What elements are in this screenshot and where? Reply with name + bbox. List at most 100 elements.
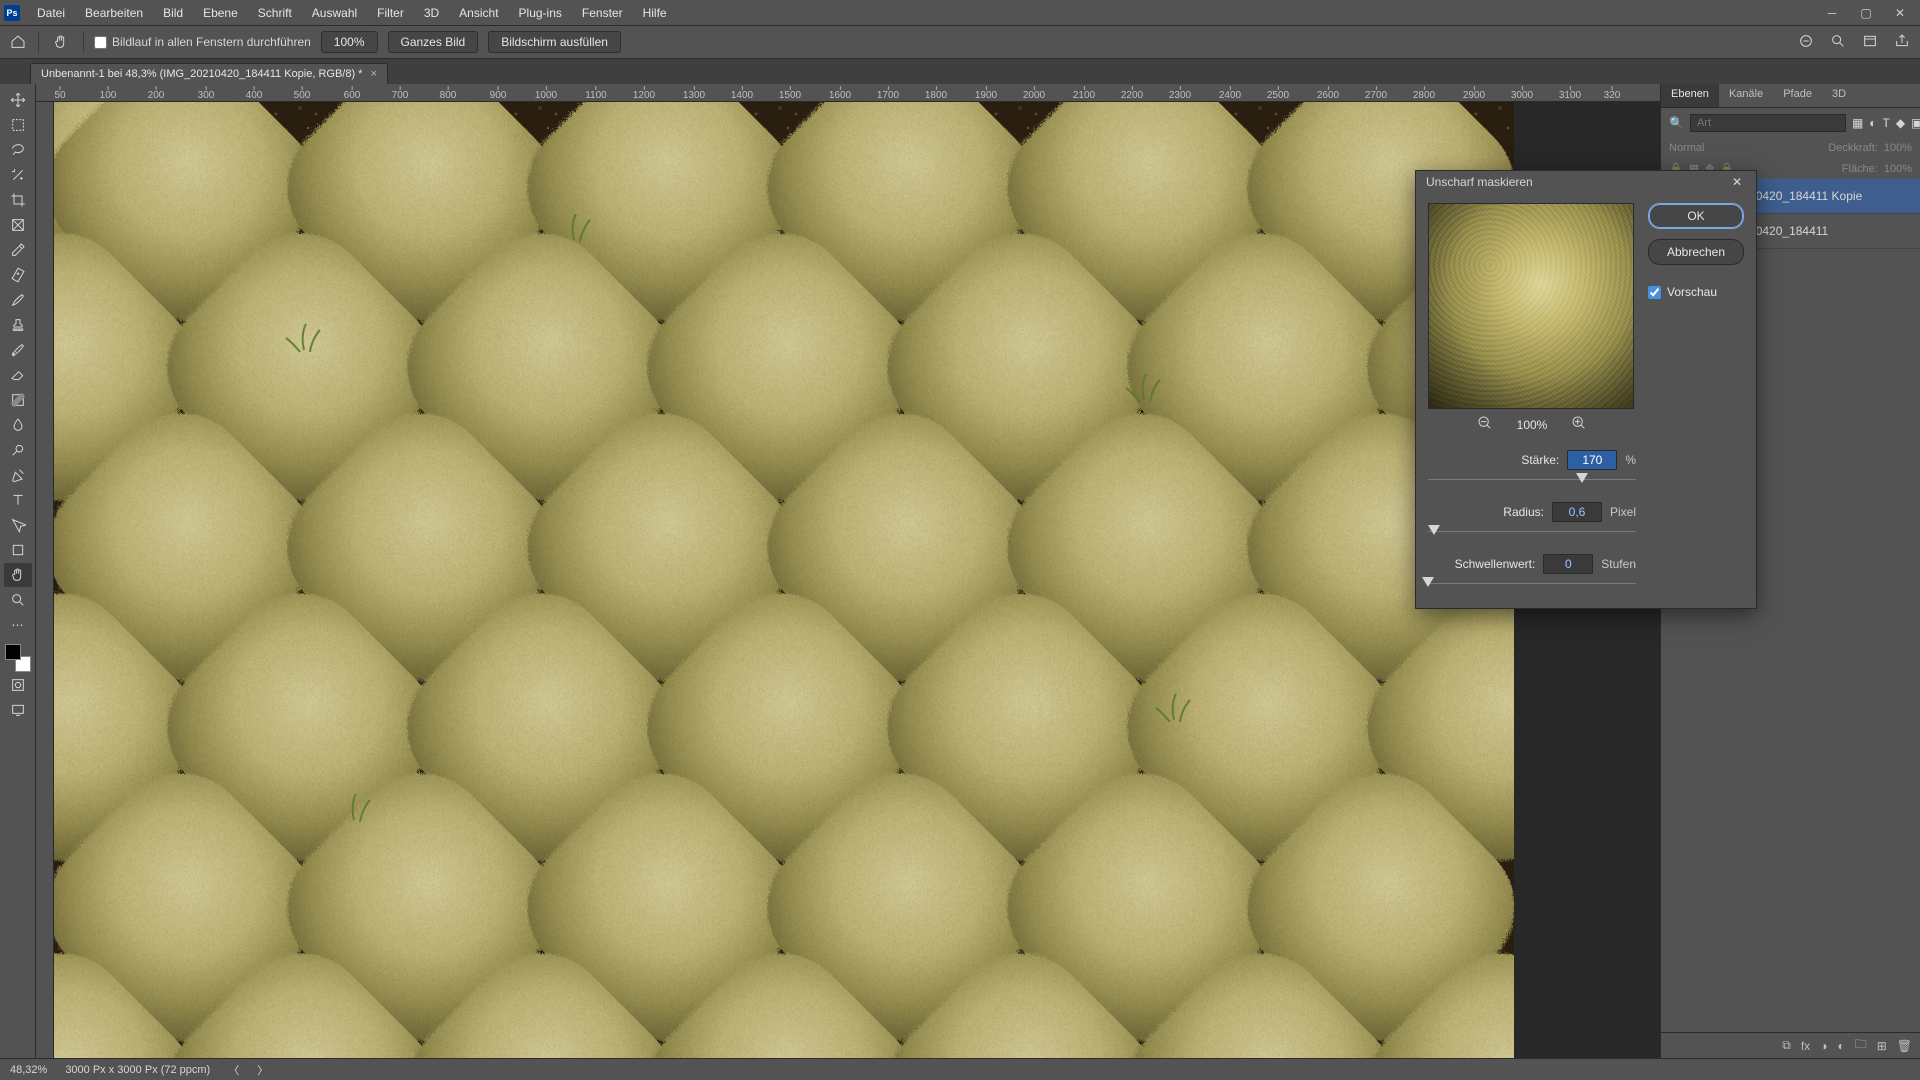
layers-search-input[interactable]: [1690, 114, 1846, 132]
mask-icon[interactable]: ◑: [1820, 1039, 1827, 1053]
filter-adjust-icon[interactable]: ◐: [1869, 116, 1876, 130]
status-caret-left-icon[interactable]: 〈: [228, 1062, 239, 1078]
ruler-tick: 800: [440, 86, 457, 101]
heal-tool-icon[interactable]: [4, 263, 32, 287]
ruler-tick: 2400: [1219, 86, 1241, 101]
menu-plugins[interactable]: Plug-ins: [510, 3, 571, 23]
frame-tool-icon[interactable]: [4, 213, 32, 237]
group-icon[interactable]: 🗀: [1855, 1035, 1867, 1056]
preview-checkbox[interactable]: Vorschau: [1648, 285, 1744, 299]
shape-tool-icon[interactable]: [4, 538, 32, 562]
blend-mode-dropdown[interactable]: Normal: [1669, 142, 1704, 154]
status-caret-right-icon[interactable]: 〉: [257, 1062, 268, 1078]
threshold-slider[interactable]: [1428, 578, 1636, 590]
cloud-docs-icon[interactable]: [1798, 33, 1816, 51]
menu-view[interactable]: Ansicht: [450, 3, 507, 23]
pen-tool-icon[interactable]: [4, 463, 32, 487]
filter-smart-icon[interactable]: ▣: [1911, 116, 1920, 130]
tab-3d[interactable]: 3D: [1822, 84, 1856, 107]
path-tool-icon[interactable]: [4, 513, 32, 537]
menu-edit[interactable]: Bearbeiten: [76, 3, 152, 23]
gradient-tool-icon[interactable]: [4, 388, 32, 412]
new-layer-icon[interactable]: ⊞: [1877, 1039, 1887, 1053]
threshold-input[interactable]: [1543, 554, 1593, 574]
workspace-icon[interactable]: [1862, 33, 1880, 51]
amount-slider[interactable]: [1428, 474, 1636, 486]
ruler-tick: 50: [54, 86, 65, 101]
menu-filter[interactable]: Filter: [368, 3, 413, 23]
marquee-tool-icon[interactable]: [4, 113, 32, 137]
screenmode-icon[interactable]: [4, 698, 32, 722]
search-icon[interactable]: [1830, 33, 1848, 51]
hand-tool-icon[interactable]: [49, 30, 73, 54]
fx-icon[interactable]: fx: [1801, 1039, 1810, 1053]
document-tab[interactable]: Unbenannt-1 bei 48,3% (IMG_20210420_1844…: [30, 63, 388, 84]
tab-layers[interactable]: Ebenen: [1661, 84, 1719, 107]
tab-paths[interactable]: Pfade: [1773, 84, 1822, 107]
ok-button[interactable]: OK: [1648, 203, 1744, 229]
wand-tool-icon[interactable]: [4, 163, 32, 187]
radius-input[interactable]: [1552, 502, 1602, 522]
amount-input[interactable]: [1567, 450, 1617, 470]
filter-shape-icon[interactable]: ◆: [1896, 116, 1905, 130]
filter-type-icon[interactable]: T: [1883, 116, 1890, 130]
search-icon[interactable]: 🔍: [1669, 116, 1684, 130]
zoom-in-icon[interactable]: [1571, 415, 1587, 434]
menu-layer[interactable]: Ebene: [194, 3, 247, 23]
filter-pixel-icon[interactable]: ▦: [1852, 116, 1863, 130]
dodge-tool-icon[interactable]: [4, 438, 32, 462]
status-zoom[interactable]: 48,32%: [10, 1064, 47, 1076]
fill-screen-button[interactable]: Bildschirm ausfüllen: [488, 31, 621, 53]
eraser-tool-icon[interactable]: [4, 363, 32, 387]
close-tab-icon[interactable]: ×: [370, 68, 376, 80]
radius-slider[interactable]: [1428, 526, 1636, 538]
quickmask-icon[interactable]: [4, 673, 32, 697]
unsharp-mask-dialog[interactable]: Unscharf maskieren ✕ 100% Stärke: % Radi…: [1415, 170, 1757, 609]
dialog-preview[interactable]: [1428, 203, 1634, 409]
ruler-horizontal[interactable]: 50 100 200 300 400 500 600 700 800 900 1…: [36, 84, 1660, 102]
opacity-value[interactable]: 100%: [1884, 142, 1912, 154]
eyedropper-tool-icon[interactable]: [4, 238, 32, 262]
status-docinfo[interactable]: 3000 Px x 3000 Px (72 ppcm): [65, 1064, 210, 1076]
cancel-button[interactable]: Abbrechen: [1648, 239, 1744, 265]
dialog-close-icon[interactable]: ✕: [1728, 175, 1746, 189]
edit-toolbar-icon[interactable]: ⋯: [4, 613, 32, 637]
lasso-tool-icon[interactable]: [4, 138, 32, 162]
zoom-out-icon[interactable]: [1477, 415, 1493, 434]
window-close-icon[interactable]: ✕: [1884, 3, 1916, 23]
adjustment-icon[interactable]: ◐: [1837, 1039, 1844, 1053]
tab-channels[interactable]: Kanäle: [1719, 84, 1773, 107]
zoom-tool-icon[interactable]: [4, 588, 32, 612]
move-tool-icon[interactable]: [4, 88, 32, 112]
share-icon[interactable]: [1894, 33, 1912, 51]
stamp-tool-icon[interactable]: [4, 313, 32, 337]
fit-image-button[interactable]: Ganzes Bild: [388, 31, 479, 53]
foreground-color-swatch[interactable]: [5, 644, 21, 660]
document-tab-title: Unbenannt-1 bei 48,3% (IMG_20210420_1844…: [41, 68, 362, 80]
link-layers-icon[interactable]: ⧉: [1782, 1038, 1791, 1053]
menu-window[interactable]: Fenster: [573, 3, 632, 23]
delete-layer-icon[interactable]: 🗑: [1897, 1039, 1912, 1053]
color-swatches[interactable]: [5, 644, 31, 672]
brush-tool-icon[interactable]: [4, 288, 32, 312]
window-restore-icon[interactable]: ▢: [1850, 3, 1882, 23]
menu-file[interactable]: Datei: [28, 3, 74, 23]
window-minimize-icon[interactable]: ─: [1816, 3, 1848, 23]
history-brush-tool-icon[interactable]: [4, 338, 32, 362]
ruler-tick: 900: [490, 86, 507, 101]
ruler-vertical[interactable]: [36, 102, 54, 1058]
fill-value[interactable]: 100%: [1884, 163, 1912, 175]
dialog-titlebar[interactable]: Unscharf maskieren ✕: [1416, 171, 1756, 193]
crop-tool-icon[interactable]: [4, 188, 32, 212]
blur-tool-icon[interactable]: [4, 413, 32, 437]
menu-3d[interactable]: 3D: [415, 3, 448, 23]
zoom-100-button[interactable]: 100%: [321, 31, 378, 53]
type-tool-icon[interactable]: [4, 488, 32, 512]
menu-help[interactable]: Hilfe: [634, 3, 676, 23]
hand-tool-toolbox-icon[interactable]: [4, 563, 32, 587]
menu-type[interactable]: Schrift: [249, 3, 301, 23]
menu-select[interactable]: Auswahl: [303, 3, 366, 23]
scroll-all-windows-checkbox[interactable]: Bildlauf in allen Fenstern durchführen: [94, 35, 311, 49]
menu-image[interactable]: Bild: [154, 3, 192, 23]
home-icon[interactable]: [8, 32, 28, 52]
